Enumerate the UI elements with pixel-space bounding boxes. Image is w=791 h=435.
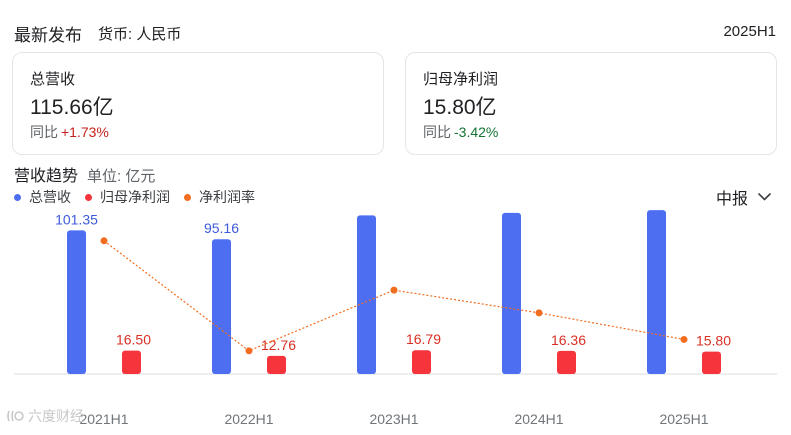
trend-unit: 单位: 亿元 xyxy=(87,168,156,185)
x-tick-label-2023H1: 2023H1 xyxy=(369,411,418,427)
label-net-profit-2022H1: 12.76 xyxy=(261,337,296,353)
report-period: 2025H1 xyxy=(723,23,776,40)
trend-heading: 营收趋势 单位: 亿元 xyxy=(14,162,156,185)
label-net-profit-2021H1: 16.50 xyxy=(116,332,151,348)
bar-revenue-2021H1 xyxy=(67,230,86,374)
bar-revenue-2025H1 xyxy=(647,210,666,374)
x-tick-label-2025H1: 2025H1 xyxy=(659,411,708,427)
bar-net-profit-2022H1 xyxy=(267,355,286,374)
net-margin-point-2023H1 xyxy=(390,286,398,294)
bar-net-profit-2023H1 xyxy=(412,350,431,374)
x-tick-label-2021H1: 2021H1 xyxy=(79,411,128,427)
net-margin-point-2024H1 xyxy=(535,309,543,317)
label-revenue-2021H1: 101.35 xyxy=(55,211,98,227)
legend-label-net-margin: 净利润率 xyxy=(199,189,255,205)
bar-revenue-2022H1 xyxy=(212,239,231,374)
label-revenue-2023H1: 111.99 xyxy=(346,210,387,212)
revenue-yoy-value: +1.73% xyxy=(61,124,109,140)
net-profit-card: 归母净利润 15.80亿 同比 -3.42% xyxy=(405,52,777,155)
chevron-down-icon xyxy=(758,193,771,201)
bar-net-profit-2024H1 xyxy=(557,350,576,374)
period-dropdown[interactable]: 中报 xyxy=(716,186,771,208)
section-title: 最新发布 xyxy=(14,26,82,45)
x-tick-label-2024H1: 2024H1 xyxy=(514,411,563,427)
net-profit-card-value: 15.80亿 xyxy=(423,96,497,119)
net-margin-point-2022H1 xyxy=(245,347,253,355)
net-profit-yoy-value: -3.42% xyxy=(454,124,499,140)
legend-item-net-margin[interactable]: 净利润率 xyxy=(184,187,255,207)
net-profit-card-label: 归母净利润 xyxy=(423,71,499,88)
bar-net-profit-2021H1 xyxy=(122,350,141,374)
label-net-profit-2023H1: 16.79 xyxy=(406,331,441,347)
legend-label-net-profit: 归母净利润 xyxy=(100,189,170,205)
revenue-card: 总营收 115.66亿 同比 +1.73% xyxy=(12,52,384,155)
header: 最新发布 货币: 人民币 2025H1 xyxy=(14,21,776,45)
net-margin-point-2021H1 xyxy=(100,237,108,245)
net-margin-line xyxy=(103,240,685,352)
watermark-logo-icon xyxy=(7,410,24,422)
net-profit-yoy-label: 同比 xyxy=(423,124,451,140)
label-net-profit-2025H1: 15.80 xyxy=(696,333,731,349)
legend-dot-net-profit xyxy=(85,193,92,201)
x-tick-label-2022H1: 2022H1 xyxy=(224,411,273,427)
bar-revenue-2023H1 xyxy=(357,215,376,374)
net-margin-point-2025H1 xyxy=(680,335,688,343)
currency-label: 货币: 人民币 xyxy=(98,26,182,43)
legend-item-net-profit[interactable]: 归母净利润 xyxy=(85,187,170,207)
watermark: 六度财经 xyxy=(6,406,84,426)
revenue-yoy-label: 同比 xyxy=(30,124,58,140)
bar-revenue-2024H1 xyxy=(502,212,521,374)
legend-dot-net-margin xyxy=(184,193,191,201)
bar-net-profit-2025H1 xyxy=(702,351,721,374)
legend-label-revenue: 总营收 xyxy=(29,189,71,205)
label-revenue-2022H1: 95.16 xyxy=(204,220,239,236)
label-net-profit-2024H1: 16.36 xyxy=(551,332,586,348)
revenue-yoy: 同比 +1.73% xyxy=(30,122,109,142)
legend-dot-revenue xyxy=(14,193,21,201)
revenue-card-label: 总营收 xyxy=(30,71,76,88)
revenue-card-value: 115.66亿 xyxy=(30,96,114,119)
watermark-text: 六度财经 xyxy=(28,408,84,424)
trend-title: 营收趋势 xyxy=(14,168,79,185)
legend-item-revenue[interactable]: 总营收 xyxy=(14,187,71,207)
chart-legend: 总营收 归母净利润 净利润率 xyxy=(14,188,269,206)
revenue-trend-chart: 101.35 16.50 2021H1 95.16 12.76 2022H1 111.99 1… xyxy=(14,210,777,427)
period-dropdown-label: 中报 xyxy=(716,191,749,208)
net-profit-yoy: 同比 -3.42% xyxy=(423,122,498,142)
